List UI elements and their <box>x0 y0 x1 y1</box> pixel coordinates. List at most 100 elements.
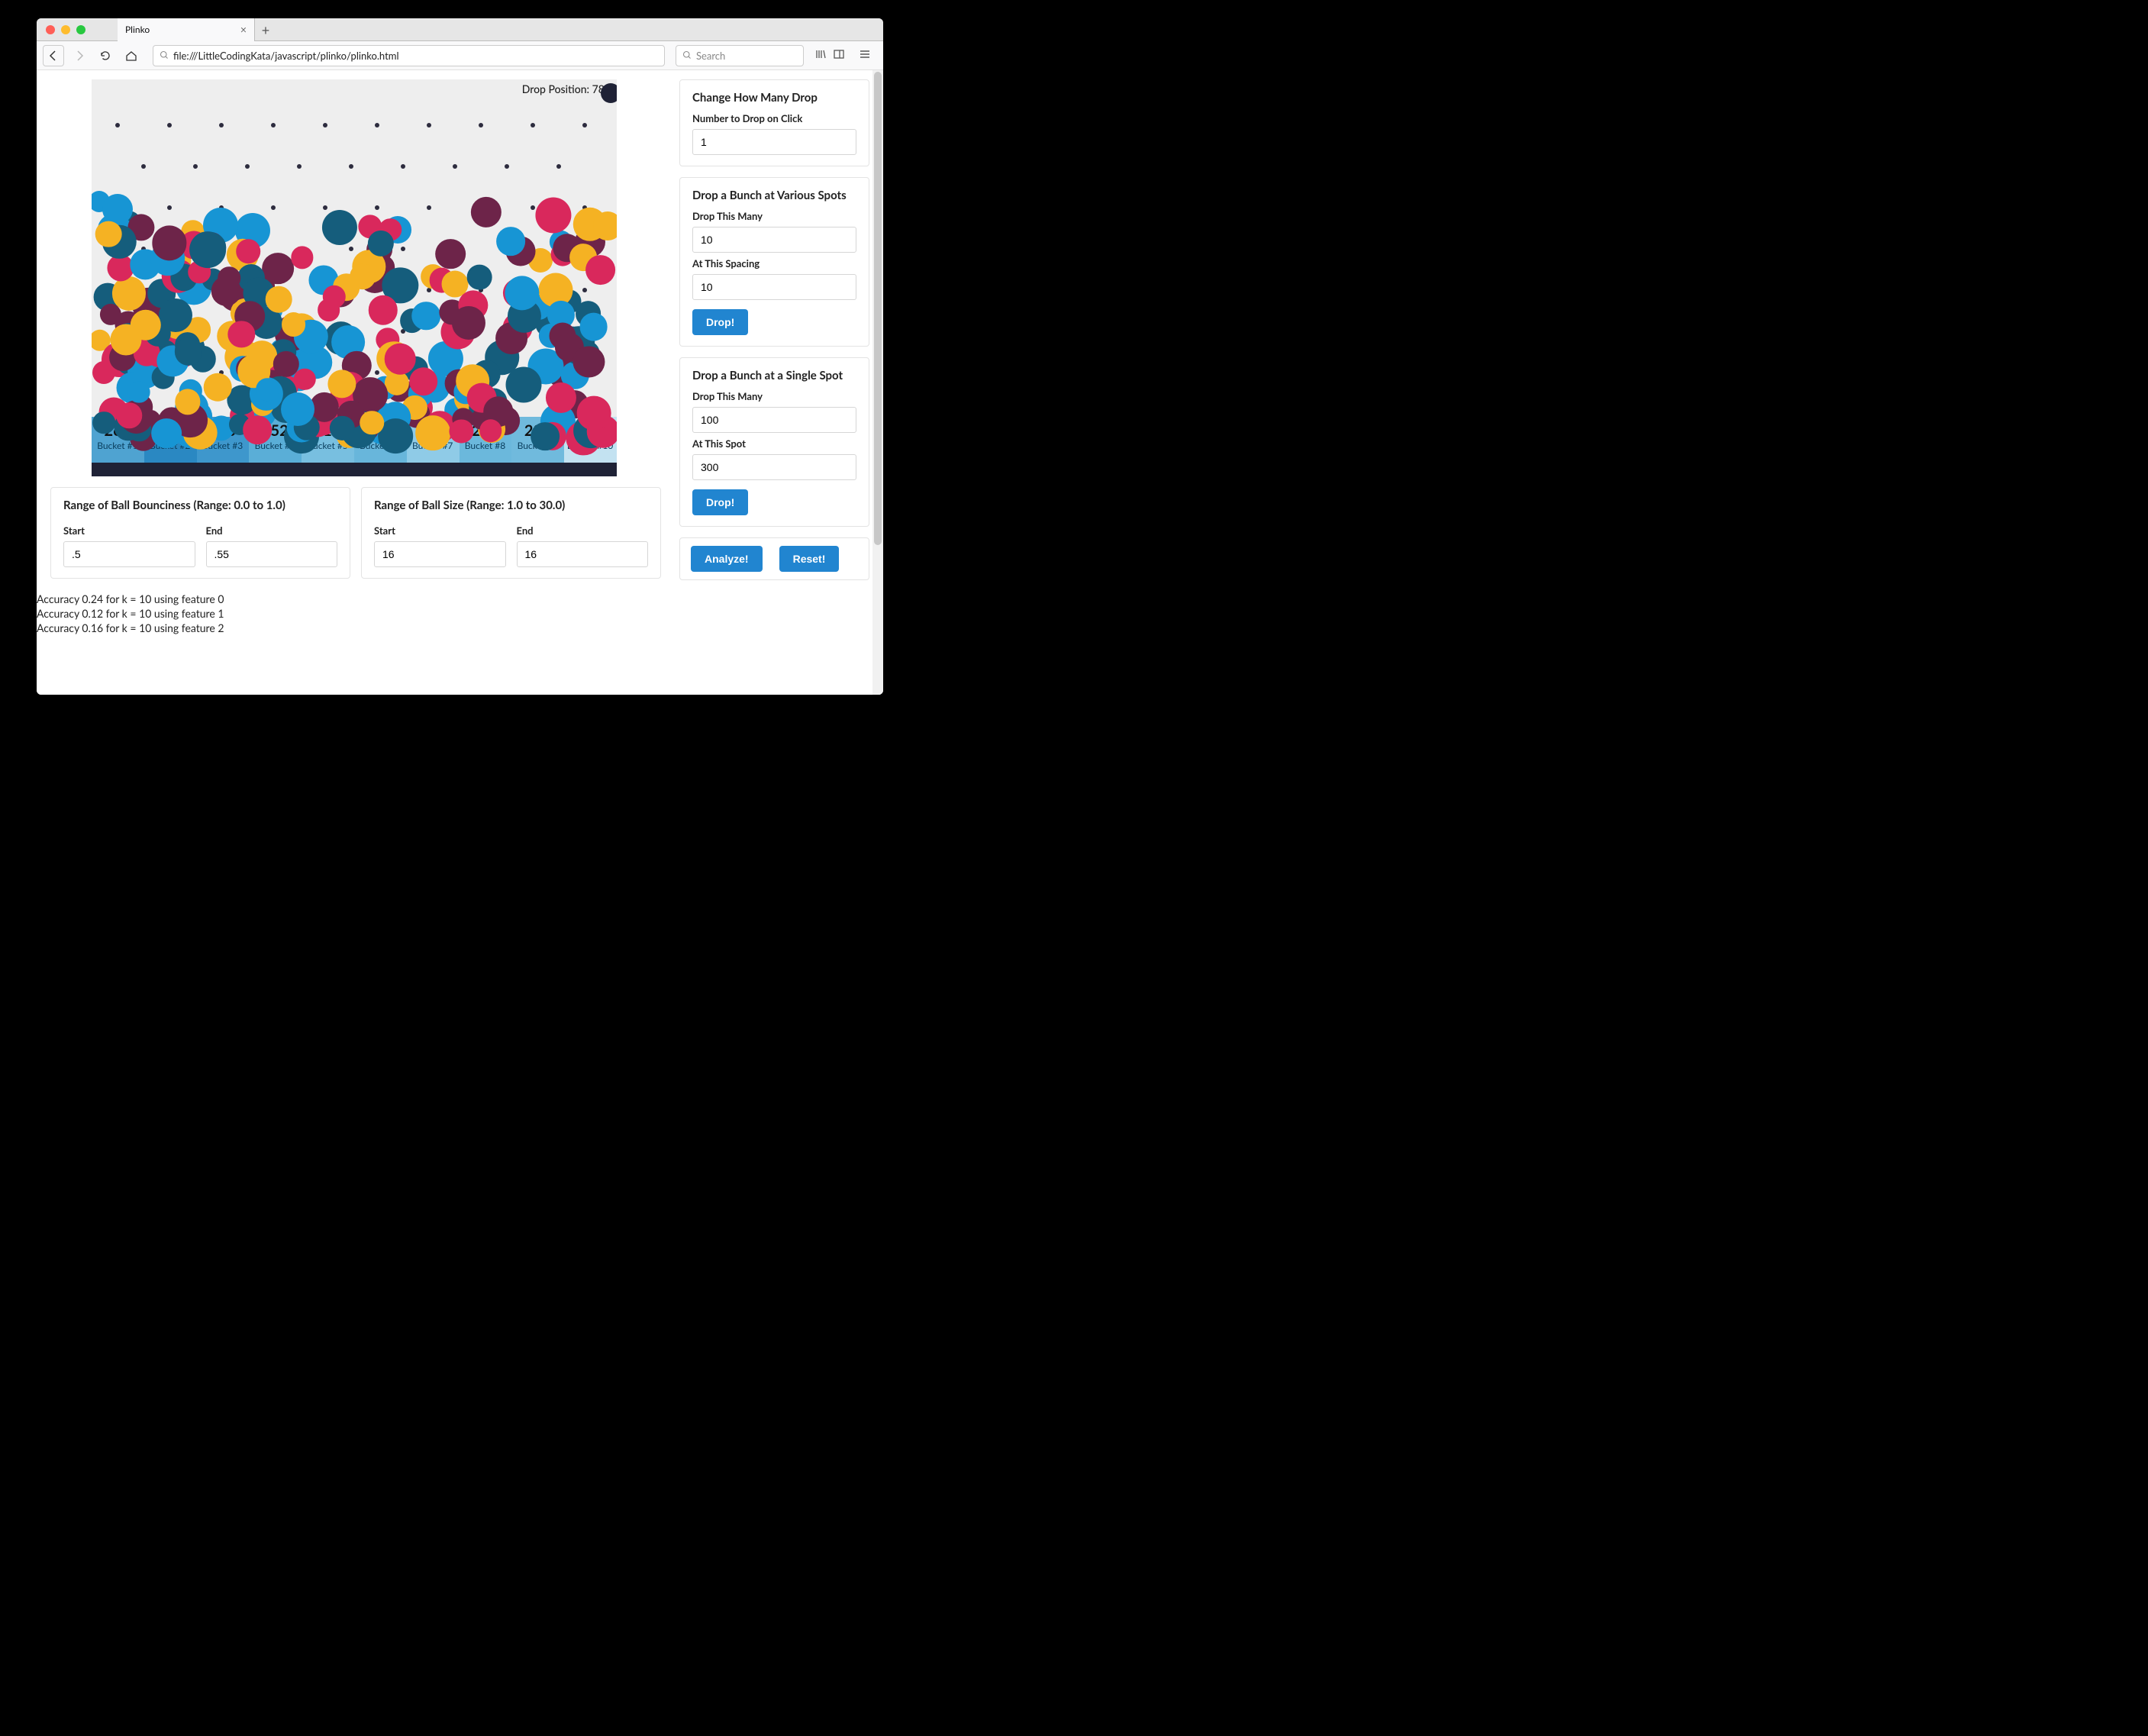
library-icon[interactable] <box>814 48 827 63</box>
forward-button[interactable] <box>69 45 90 66</box>
scrollbar[interactable] <box>872 70 883 695</box>
close-tab-icon[interactable]: × <box>240 23 247 36</box>
menu-icon[interactable] <box>859 48 871 63</box>
peg <box>401 247 405 251</box>
ball <box>95 221 122 247</box>
single-spot-card: Drop a Bunch at a Single Spot Drop This … <box>679 357 869 527</box>
maximize-window-button[interactable] <box>76 25 85 34</box>
ball <box>585 255 616 286</box>
field-label: At This Spacing <box>692 257 856 269</box>
ball <box>189 231 226 268</box>
browser-window: Plinko × + file:///LittleCodingKata/java… <box>37 18 883 695</box>
card-title: Drop a Bunch at a Single Spot <box>692 369 856 382</box>
peg <box>245 164 250 169</box>
peg <box>582 288 587 292</box>
ball <box>385 344 416 375</box>
ball <box>92 411 115 434</box>
search-icon <box>682 50 692 62</box>
peg <box>167 205 172 210</box>
drop-this-many-input[interactable] <box>692 227 856 253</box>
title-bar: Plinko × + <box>37 18 883 41</box>
window-controls <box>37 25 95 34</box>
browser-tab[interactable]: Plinko × <box>118 18 255 41</box>
peg <box>375 205 379 210</box>
spacing-input[interactable] <box>692 274 856 300</box>
end-label: End <box>206 524 338 537</box>
log-line: Accuracy 0.16 for k = 10 using feature 2 <box>37 621 661 636</box>
size-end-input[interactable] <box>517 541 649 567</box>
start-label: Start <box>374 524 506 537</box>
bucket-label: Bucket #8 <box>460 440 511 451</box>
arrow-left-icon <box>47 50 60 62</box>
peg <box>349 164 353 169</box>
ball <box>243 415 272 444</box>
peg <box>193 164 198 169</box>
ball <box>102 194 133 224</box>
ball <box>496 227 525 256</box>
peg <box>401 164 405 169</box>
size-card: Range of Ball Size (Range: 1.0 to 30.0) … <box>361 487 661 579</box>
ball <box>409 367 438 396</box>
ball <box>204 373 232 402</box>
size-start-input[interactable] <box>374 541 506 567</box>
single-many-input[interactable] <box>692 407 856 433</box>
bounciness-start-input[interactable] <box>63 541 195 567</box>
number-to-drop-input[interactable] <box>692 129 856 155</box>
single-spot-input[interactable] <box>692 454 856 480</box>
ball <box>281 392 314 426</box>
peg <box>349 247 353 251</box>
url-text: file:///LittleCodingKata/javascript/plin… <box>173 50 399 62</box>
peg <box>219 123 224 127</box>
minimize-window-button[interactable] <box>61 25 70 34</box>
peg <box>323 123 327 127</box>
new-tab-button[interactable]: + <box>255 21 276 38</box>
back-button[interactable] <box>43 45 64 66</box>
analyze-button[interactable]: Analyze! <box>691 546 763 572</box>
reset-button[interactable]: Reset! <box>779 546 840 572</box>
ball <box>435 239 466 269</box>
drop-various-button[interactable]: Drop! <box>692 309 748 335</box>
reload-icon <box>99 50 111 62</box>
ball <box>577 396 611 431</box>
start-label: Start <box>63 524 195 537</box>
scrollbar-thumb[interactable] <box>874 72 882 545</box>
ball <box>350 264 376 290</box>
home-button[interactable] <box>121 45 142 66</box>
sidebar-icon[interactable] <box>833 48 845 63</box>
close-window-button[interactable] <box>46 25 55 34</box>
ball <box>128 381 150 403</box>
drop-position-label: Drop Position: 784 <box>522 82 611 95</box>
end-label: End <box>517 524 649 537</box>
card-title: Range of Ball Bounciness (Range: 0.0 to … <box>63 499 337 512</box>
toolbar-right <box>808 48 877 63</box>
drop-single-button[interactable]: Drop! <box>692 489 748 515</box>
ball <box>291 247 313 269</box>
peg <box>453 164 457 169</box>
peg <box>167 123 172 127</box>
ball <box>452 306 485 340</box>
card-title: Drop a Bunch at Various Spots <box>692 189 856 202</box>
ball <box>416 415 451 450</box>
url-bar[interactable]: file:///LittleCodingKata/javascript/plin… <box>153 45 665 66</box>
ball <box>531 422 560 451</box>
field-label: Drop This Many <box>692 210 856 222</box>
ball <box>573 346 605 377</box>
plinko-canvas[interactable]: Drop Position: 784 265Bucket #1325Bucket… <box>92 79 617 476</box>
peg <box>479 123 483 127</box>
field-label: Number to Drop on Click <box>692 112 856 124</box>
nav-bar: file:///LittleCodingKata/javascript/plin… <box>37 41 883 70</box>
search-bar[interactable]: Search <box>676 45 804 66</box>
bounciness-end-input[interactable] <box>206 541 338 567</box>
card-title: Range of Ball Size (Range: 1.0 to 30.0) <box>374 499 648 512</box>
card-title: Change How Many Drop <box>692 91 856 105</box>
peg <box>427 123 431 127</box>
peg <box>271 123 276 127</box>
peg <box>271 205 276 210</box>
ball <box>236 240 260 264</box>
field-label: At This Spot <box>692 437 856 450</box>
arrow-right-icon <box>73 50 85 62</box>
reload-button[interactable] <box>95 45 116 66</box>
peg <box>427 205 431 210</box>
ball <box>471 197 502 227</box>
ball <box>218 267 241 290</box>
